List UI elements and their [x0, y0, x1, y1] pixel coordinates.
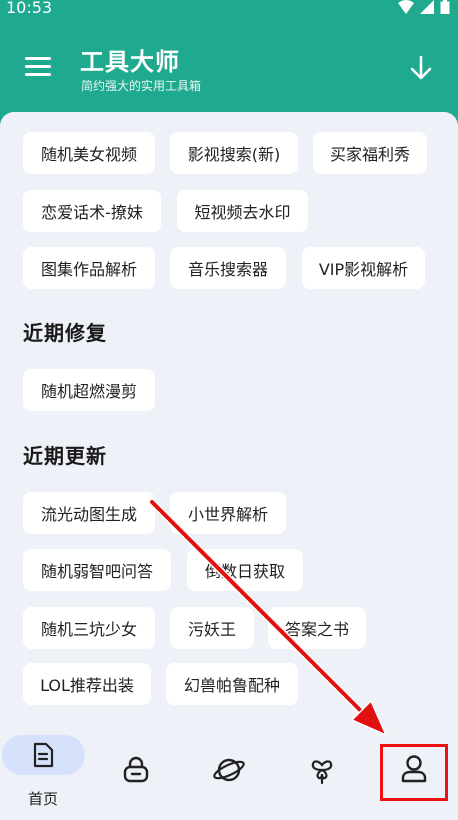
tool-chip[interactable]: 小世界解析	[170, 492, 286, 534]
tool-chip[interactable]: 影视搜索(新)	[170, 132, 298, 174]
battery-icon	[440, 0, 450, 14]
tool-chip[interactable]: 买家福利秀	[313, 132, 427, 174]
annotation-highlight-box	[380, 744, 448, 801]
wifi-icon	[398, 0, 414, 14]
tool-chip[interactable]: 污妖王	[170, 607, 254, 649]
planet-icon	[213, 758, 245, 782]
tool-chip[interactable]: 流光动图生成	[23, 492, 155, 534]
download-icon[interactable]	[408, 55, 434, 81]
nav-home[interactable]: 首页	[0, 720, 88, 820]
nav-home-label: 首页	[28, 790, 59, 808]
app-title: 工具大师	[80, 48, 180, 76]
tool-chip[interactable]: 图集作品解析	[23, 247, 155, 289]
tool-chip[interactable]: 随机三坑少女	[23, 607, 155, 649]
main-content: 随机美女视频 影视搜索(新) 买家福利秀 恋爱话术-撩妹 短视频去水印 图集作品…	[0, 112, 458, 720]
signal-icon	[420, 0, 434, 14]
tool-chip[interactable]: VIP影视解析	[302, 247, 425, 289]
section-title-recent-update: 近期更新	[23, 444, 107, 468]
nav-tab-2[interactable]	[100, 720, 172, 820]
tool-chip[interactable]: 随机弱智吧问答	[23, 549, 171, 591]
status-bar: 10:53	[0, 0, 458, 22]
status-icons	[398, 0, 450, 14]
app-header: 工具大师 简约强大的实用工具箱	[0, 22, 458, 117]
tool-chip[interactable]: 音乐搜索器	[170, 247, 286, 289]
tool-chip[interactable]: LOL推荐出装	[23, 663, 151, 705]
clover-icon	[311, 760, 333, 784]
lock-icon	[123, 756, 149, 783]
app-subtitle: 简约强大的实用工具箱	[81, 79, 202, 93]
tool-chip[interactable]: 随机美女视频	[23, 132, 155, 174]
tool-chip[interactable]: 短视频去水印	[177, 190, 308, 232]
document-icon	[33, 742, 54, 768]
nav-tab-4[interactable]	[286, 720, 358, 820]
tool-chip[interactable]: 幻兽帕鲁配种	[166, 663, 298, 705]
nav-tab-3[interactable]	[194, 720, 266, 820]
status-time: 10:53	[6, 0, 53, 17]
tool-chip[interactable]: 答案之书	[268, 607, 366, 649]
tool-chip[interactable]: 随机超燃漫剪	[23, 369, 155, 411]
tool-chip[interactable]: 倒数日获取	[187, 549, 303, 591]
tool-chip[interactable]: 恋爱话术-撩妹	[23, 190, 161, 232]
menu-icon[interactable]	[25, 57, 51, 77]
section-title-recent-fix: 近期修复	[23, 321, 107, 345]
